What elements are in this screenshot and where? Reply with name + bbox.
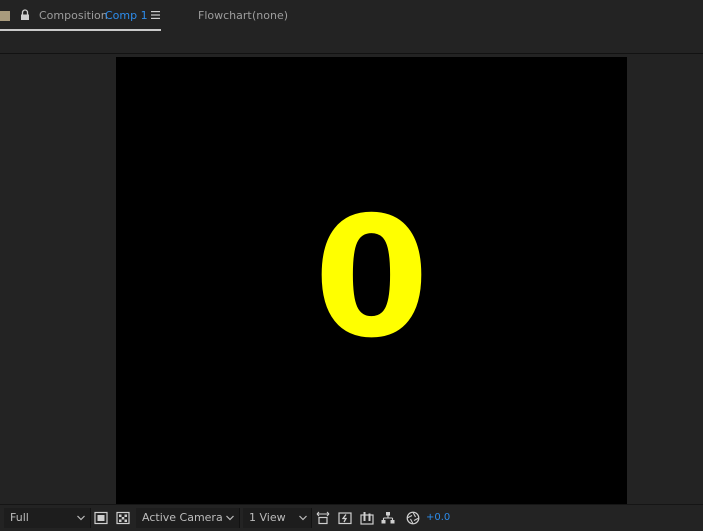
- camera-value: Active Camera: [142, 511, 223, 524]
- composition-viewer[interactable]: 0: [0, 54, 703, 504]
- transparency-grid-icon[interactable]: [116, 511, 130, 525]
- toggle-pixel-aspect-icon[interactable]: [316, 511, 330, 525]
- exposure-icon[interactable]: [406, 511, 420, 525]
- camera-dropdown[interactable]: Active Camera: [136, 508, 240, 528]
- panel-menu-icon[interactable]: [151, 11, 160, 19]
- exposure-value[interactable]: +0.0: [426, 512, 450, 523]
- timeline-icon[interactable]: [360, 511, 374, 525]
- tab-composition-label: Composition: [39, 9, 108, 22]
- tab-flowchart[interactable]: Flowchart: [198, 9, 252, 22]
- flowchart-icon[interactable]: [381, 511, 395, 525]
- resolution-dropdown[interactable]: Full: [4, 508, 91, 528]
- tab-composition[interactable]: Composition Comp 1: [0, 0, 161, 31]
- viewer-footer: Full Active Camera 1 View +0.0: [0, 504, 703, 531]
- chevron-down-icon: [77, 515, 85, 521]
- text-layer[interactable]: 0: [116, 181, 627, 377]
- fast-preview-icon[interactable]: [338, 511, 352, 525]
- tab-flowchart-value: (none): [252, 9, 289, 22]
- view-layout-value: 1 View: [249, 511, 286, 524]
- region-of-interest-icon[interactable]: [94, 511, 108, 525]
- composition-frame[interactable]: 0: [116, 57, 627, 504]
- composition-name[interactable]: Comp 1: [105, 9, 148, 22]
- resolution-value: Full: [10, 511, 29, 524]
- chevron-down-icon: [226, 515, 234, 521]
- lock-icon[interactable]: [19, 9, 31, 21]
- chevron-down-icon: [299, 515, 307, 521]
- view-layout-dropdown[interactable]: 1 View: [243, 508, 312, 528]
- panel-tab-bar: Composition Comp 1 Flowchart (none): [0, 0, 703, 32]
